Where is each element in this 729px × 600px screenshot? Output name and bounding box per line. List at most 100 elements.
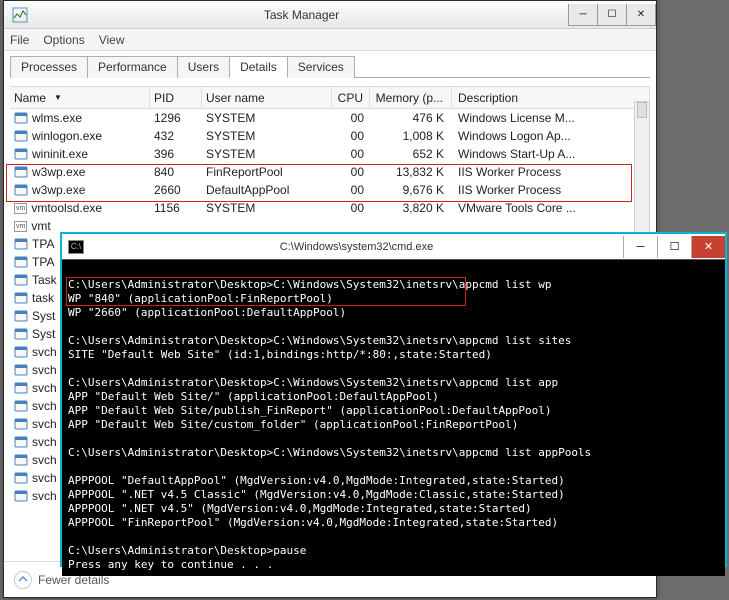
app-icon [14,237,28,251]
cell-name: Task [32,273,57,287]
tab-users[interactable]: Users [177,56,230,78]
cell-cpu: 00 [332,129,370,143]
cell-name: vmt [31,219,50,233]
cell-desc: Windows Start-Up A... [452,147,650,161]
cmd-output[interactable]: C:\Users\Administrator\Desktop>C:\Window… [62,260,725,576]
cmd-titlebar[interactable]: C:\ C:\Windows\system32\cmd.exe ─ ☐ ✕ [62,234,725,260]
cell-name: svch [32,435,57,449]
cell-name: svch [32,399,57,413]
cell-desc: Windows License M... [452,111,650,125]
cell-name: TPA [32,237,54,251]
cell-name: svch [32,381,57,395]
titlebar[interactable]: Task Manager ─ ☐ ✕ [4,1,656,29]
cell-mem: 652 K [370,147,452,161]
cell-desc: IIS Worker Process [452,165,650,179]
col-user[interactable]: User name [202,87,332,108]
cell-name: w3wp.exe [32,183,85,197]
tab-processes[interactable]: Processes [10,56,88,78]
cell-name: svch [32,417,57,431]
app-icon [14,111,28,125]
cell-desc: Windows Logon Ap... [452,129,650,143]
col-desc[interactable]: Description [452,87,650,108]
cell-name: task [32,291,54,305]
cell-cpu: 00 [332,201,370,215]
cmd-window-buttons: ─ ☐ ✕ [623,236,725,258]
cell-cpu: 00 [332,165,370,179]
menu-file[interactable]: File [10,33,29,47]
table-row[interactable]: vmvmtoolsd.exe1156SYSTEM003,820 KVMware … [10,199,650,217]
cmd-minimize-button[interactable]: ─ [623,236,657,258]
fewer-details-toggle[interactable] [14,571,32,589]
sort-descending-icon: ▼ [54,93,62,102]
col-pid[interactable]: PID [150,87,202,108]
cell-mem: 13,832 K [370,165,452,179]
tab-details[interactable]: Details [229,56,288,78]
cell-mem: 476 K [370,111,452,125]
app-icon [14,165,28,179]
table-row[interactable]: wlms.exe 1296SYSTEM00476 KWindows License… [10,109,650,127]
cmd-window: C:\ C:\Windows\system32\cmd.exe ─ ☐ ✕ C:… [60,232,727,567]
cell-name: wlms.exe [32,111,82,125]
cell-cpu: 00 [332,147,370,161]
table-row[interactable]: wininit.exe 396SYSTEM00652 KWindows Start… [10,145,650,163]
col-name[interactable]: Name ▼ [10,87,150,108]
tabbar: Processes Performance Users Details Serv… [4,51,656,77]
app-icon [14,417,28,431]
table-row[interactable]: w3wp.exe2660DefaultAppPool009,676 KIIS W… [10,181,650,199]
menubar: File Options View [4,29,656,51]
cell-name: Syst [32,309,55,323]
app-icon [14,129,28,143]
menu-view[interactable]: View [99,33,125,47]
cell-pid: 1296 [150,111,202,125]
window-buttons: ─ ☐ ✕ [569,4,656,26]
cell-pid: 432 [150,129,202,143]
window-title: Task Manager [34,8,569,22]
cell-user: SYSTEM [202,111,332,125]
cell-name: svch [32,489,57,503]
tab-performance[interactable]: Performance [87,56,178,78]
minimize-button[interactable]: ─ [568,4,598,26]
grid-header[interactable]: Name ▼ PID User name CPU Memory (p... De… [10,87,650,109]
app-icon [14,489,28,503]
app-icon [14,399,28,413]
cell-name: svch [32,471,57,485]
cell-name: wininit.exe [32,147,88,161]
cmd-maximize-button[interactable]: ☐ [657,236,691,258]
tab-services[interactable]: Services [287,56,355,78]
cell-name: TPA [32,255,54,269]
cell-cpu: 00 [332,183,370,197]
cell-desc: VMware Tools Core ... [452,201,650,215]
app-icon [14,381,28,395]
vm-icon: vm [14,221,27,232]
col-mem[interactable]: Memory (p... [370,87,452,108]
cmd-icon: C:\ [68,240,84,254]
cell-user: SYSTEM [202,201,332,215]
menu-options[interactable]: Options [43,33,84,47]
cell-name: vmtoolsd.exe [31,201,102,215]
cell-name: w3wp.exe [32,165,85,179]
cell-mem: 9,676 K [370,183,452,197]
taskmgr-icon [12,7,28,23]
cell-cpu: 00 [332,111,370,125]
app-icon [14,345,28,359]
vm-icon: vm [14,203,27,214]
cell-name: Syst [32,327,55,341]
cell-desc: IIS Worker Process [452,183,650,197]
cell-mem: 1,008 K [370,129,452,143]
cell-pid: 396 [150,147,202,161]
col-name-label: Name [14,91,46,105]
cell-user: SYSTEM [202,147,332,161]
app-icon [14,255,28,269]
cmd-close-button[interactable]: ✕ [691,236,725,258]
close-button[interactable]: ✕ [626,4,656,26]
app-icon [14,453,28,467]
cell-pid: 1156 [150,201,202,215]
table-row[interactable]: w3wp.exe840FinReportPool0013,832 KIIS Wo… [10,163,650,181]
col-cpu[interactable]: CPU [332,87,370,108]
app-icon [14,471,28,485]
app-icon [14,327,28,341]
app-icon [14,363,28,377]
maximize-button[interactable]: ☐ [597,4,627,26]
app-icon [14,291,28,305]
table-row[interactable]: winlogon.exe432SYSTEM001,008 KWindows Lo… [10,127,650,145]
